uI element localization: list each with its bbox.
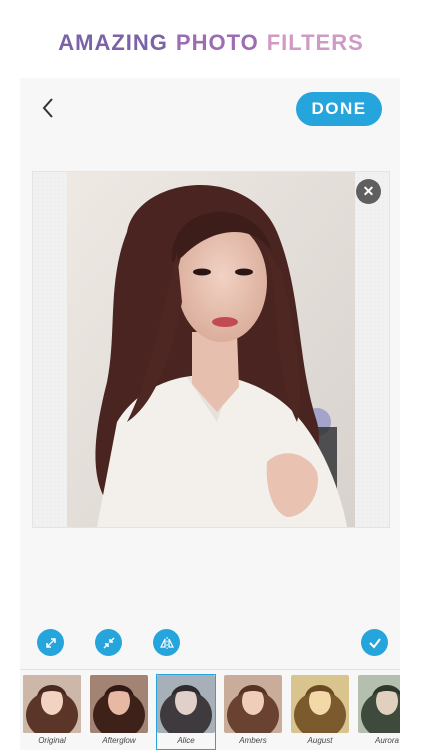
filter-label: Aurora xyxy=(374,736,399,745)
remove-photo-button[interactable]: ✕ xyxy=(356,179,381,204)
promo-word-amazing: AMAZING xyxy=(58,30,168,55)
expand-icon xyxy=(45,637,56,648)
filter-label: Afterglow xyxy=(102,736,136,745)
edited-photo[interactable] xyxy=(67,172,355,527)
filter-thumbnail xyxy=(23,675,81,733)
filter-thumbnail xyxy=(224,675,282,733)
filter-thumbnail xyxy=(90,675,148,733)
shrink-button[interactable] xyxy=(95,629,122,656)
filter-label: August xyxy=(307,736,333,745)
shrink-icon xyxy=(102,636,115,649)
filter-thumbnail xyxy=(157,675,215,733)
filter-label: Original xyxy=(38,736,66,745)
check-icon xyxy=(368,637,381,649)
filter-item-afterglow[interactable]: Afterglow xyxy=(89,674,149,750)
expand-button[interactable] xyxy=(37,629,64,656)
filter-label: Alice xyxy=(177,736,195,745)
chevron-left-icon xyxy=(42,98,53,118)
flip-horizontal-icon xyxy=(159,636,174,649)
promo-word-photo: PHOTO xyxy=(175,30,259,55)
photo-canvas: ✕ xyxy=(32,171,390,528)
flip-button[interactable] xyxy=(153,629,180,656)
filter-editor-screen: DONE ✕ Original Afterglow Alice Ambers A… xyxy=(20,78,400,750)
toolbar-divider xyxy=(20,669,400,670)
filter-item-ambers[interactable]: Ambers xyxy=(223,674,283,750)
filter-thumbnail xyxy=(291,675,349,733)
done-button[interactable]: DONE xyxy=(296,92,382,126)
filter-label: Ambers xyxy=(239,736,267,745)
promo-headline: AMAZING PHOTO FILTERS xyxy=(0,26,422,60)
promo-word-filters: FILTERS xyxy=(266,30,364,55)
filter-thumbnail xyxy=(358,675,400,733)
filter-item-original[interactable]: Original xyxy=(22,674,82,750)
apply-button[interactable] xyxy=(361,629,388,656)
filter-item-alice[interactable]: Alice xyxy=(156,674,216,750)
filter-item-august[interactable]: August xyxy=(290,674,350,750)
back-button[interactable] xyxy=(36,96,60,120)
filter-strip: Original Afterglow Alice Ambers August A… xyxy=(20,674,400,750)
close-icon: ✕ xyxy=(362,183,375,199)
filter-item-aurora[interactable]: Aurora xyxy=(357,674,400,750)
